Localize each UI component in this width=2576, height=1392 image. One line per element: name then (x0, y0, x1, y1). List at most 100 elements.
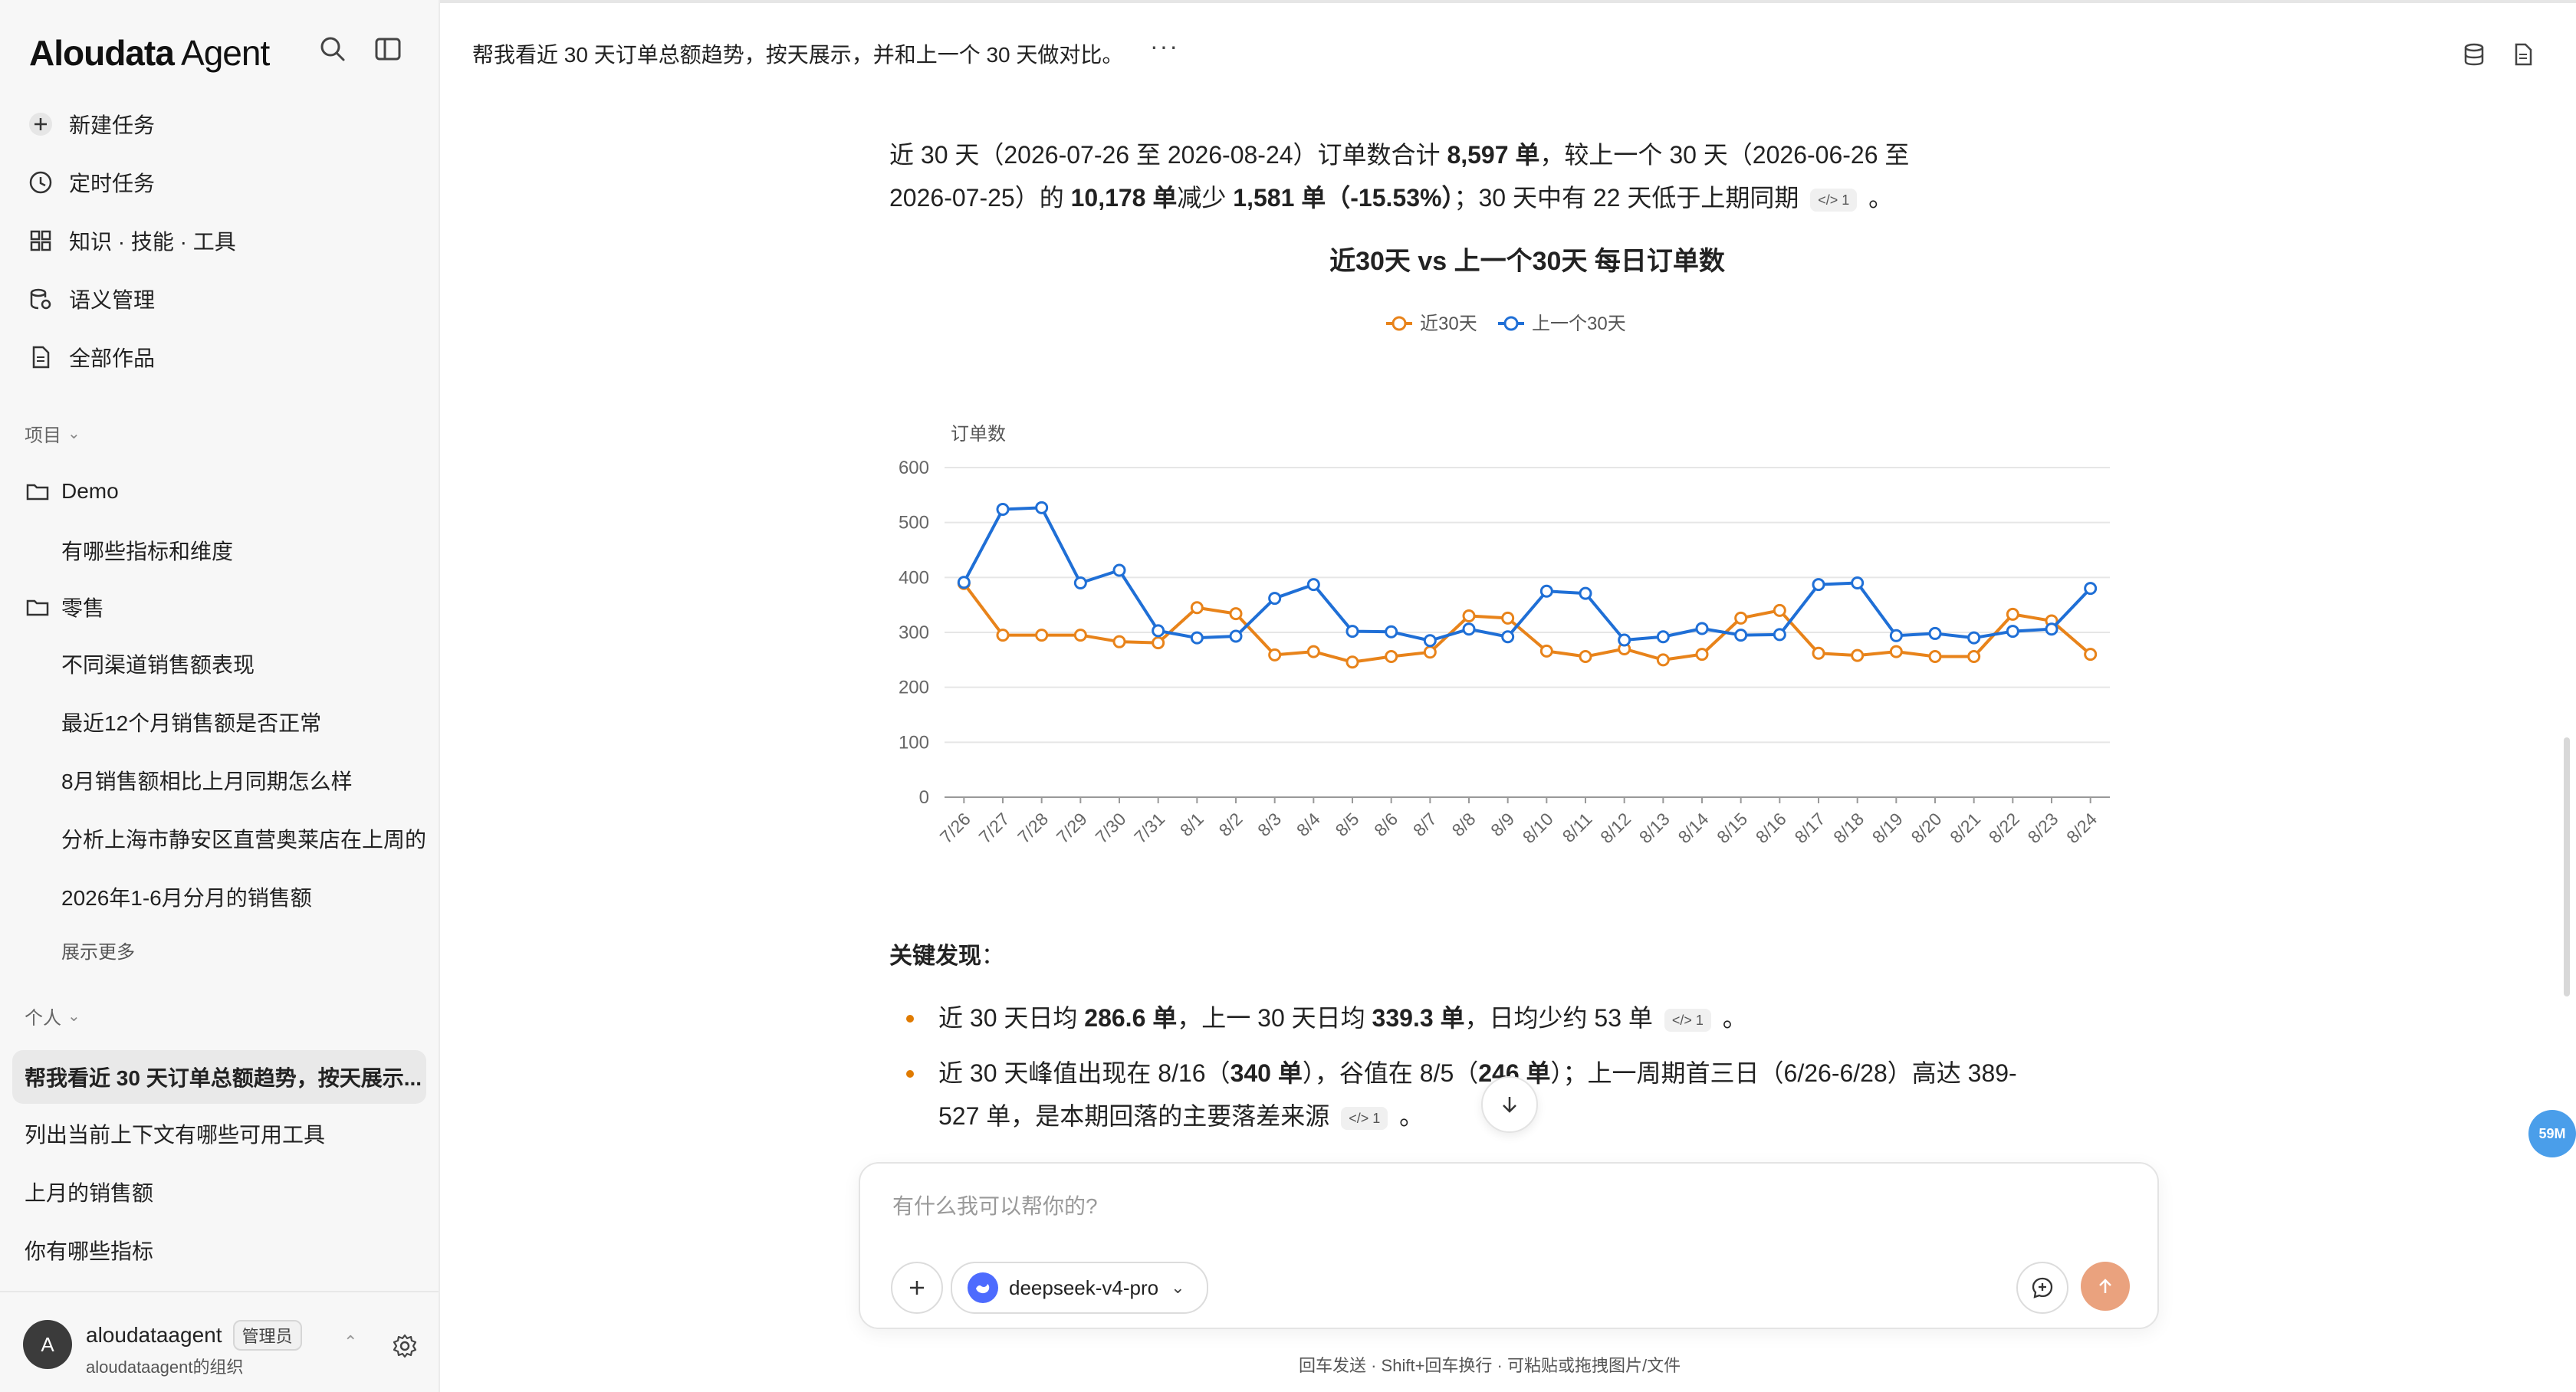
nav-all-works[interactable]: 全部作品 (23, 334, 422, 380)
chat-item[interactable]: 上月的销售额 (12, 1165, 426, 1219)
project-item[interactable]: 8月销售额相比上月同期怎么样 (61, 765, 426, 796)
gear-icon[interactable] (391, 1332, 419, 1360)
nav-knowledge-skills-tools[interactable]: 知识 · 技能 · 工具 (23, 218, 422, 264)
project-item[interactable]: 最近12个月销售额是否正常 (61, 707, 426, 737)
chevron-up-icon[interactable]: ⌃ (343, 1332, 357, 1352)
data-point (1306, 645, 1320, 658)
search-icon[interactable] (317, 34, 348, 64)
data-point (1539, 644, 1553, 658)
chat-item[interactable]: 列出当前上下文有哪些可用工具 (12, 1107, 426, 1161)
summary-paragraph: 近 30 天（2026-07-26 至 2026-08-24）订单数合计 8,5… (889, 133, 1978, 219)
legend-marker (1503, 316, 1519, 331)
avatar: A (23, 1320, 72, 1369)
bullet-bold: 286.6 单 (1084, 1004, 1178, 1032)
summary-bold: 8,597 单 (1447, 141, 1540, 169)
data-point (1306, 578, 1320, 592)
sidebar-toggle-icon[interactable] (373, 34, 403, 64)
y-tick-label: 100 (899, 732, 929, 753)
data-point (1385, 650, 1398, 664)
bullet-bold: 339.3 单 (1372, 1004, 1465, 1032)
x-tick-label: 8/17 (1790, 809, 1829, 847)
project-name: Demo (61, 479, 119, 503)
y-axis-label: 订单数 (951, 424, 1006, 445)
nav-scheduled-task[interactable]: 定时任务 (23, 159, 422, 205)
data-point (2045, 622, 2058, 636)
x-tick-label: 8/22 (1985, 809, 2023, 847)
brand-logo[interactable]: Aloudata Agent (29, 32, 270, 74)
grid-icon (28, 228, 54, 254)
data-point (1812, 646, 1825, 660)
y-tick-label: 500 (899, 513, 929, 533)
citation-badge[interactable]: </> 1 (1341, 1106, 1388, 1130)
attach-button[interactable] (891, 1262, 943, 1314)
data-point (1967, 631, 1981, 645)
citation-badge[interactable]: </> 1 (1664, 1008, 1711, 1032)
bullet-text: 。 (1392, 1102, 1424, 1130)
chevron-down-icon: ⌄ (67, 425, 80, 442)
project-folder-demo[interactable]: Demo (25, 478, 119, 504)
data-point (1152, 636, 1165, 650)
database-icon[interactable] (2461, 41, 2487, 67)
nav-label: 新建任务 (69, 113, 156, 137)
clock-icon (28, 169, 54, 195)
bullet-bold: 340 单 (1230, 1059, 1303, 1087)
x-tick-label: 8/3 (1254, 809, 1285, 840)
project-folder-retail[interactable]: 零售 (25, 592, 104, 622)
model-name: deepseek-v4-pro (1009, 1275, 1159, 1299)
bullet-text: 近 30 天日均 (938, 1004, 1085, 1032)
data-point (1928, 626, 1942, 640)
nav-new-task[interactable]: 新建任务 (23, 101, 422, 147)
x-tick-label: 8/14 (1674, 809, 1712, 847)
x-tick-label: 7/28 (1014, 809, 1052, 847)
citation-badge[interactable]: </> 1 (1810, 188, 1858, 212)
data-point (1112, 563, 1126, 577)
data-point (1346, 655, 1359, 669)
x-tick-label: 8/20 (1907, 809, 1945, 847)
message-input[interactable] (891, 1187, 2121, 1226)
scrollbar[interactable] (2564, 737, 2570, 996)
project-item[interactable]: 有哪些指标和维度 (61, 535, 426, 566)
x-tick-label: 8/19 (1868, 809, 1907, 847)
data-point (1539, 584, 1553, 598)
show-more-link[interactable]: 展示更多 (61, 937, 135, 964)
chart-title: 近30天 vs 上一个30天 每日订单数 (1329, 247, 1725, 276)
x-tick-label: 8/16 (1752, 809, 1790, 847)
chart-svg: 近30天 vs 上一个30天 每日订单数近30天 上一个30天订单数 0 100 200… (899, 247, 2110, 847)
project-item[interactable]: 2026年1-6月分月的销售额 (61, 881, 426, 912)
send-button[interactable] (2081, 1262, 2130, 1311)
nav-label: 语义管理 (69, 288, 156, 312)
x-tick-label: 8/12 (1596, 809, 1635, 847)
data-point (1112, 635, 1126, 648)
data-point (996, 502, 1010, 516)
scroll-to-bottom-button[interactable] (1481, 1076, 1538, 1133)
memory-badge[interactable]: 59M (2528, 1110, 2576, 1157)
personal-label: 个人 (25, 1008, 61, 1029)
series-line (962, 583, 2091, 664)
more-options-icon[interactable]: ··· (1150, 32, 1179, 61)
new-chat-button[interactable] (2016, 1262, 2068, 1314)
projects-section-toggle[interactable]: 项目 ⌄ (25, 420, 80, 447)
chat-item-active[interactable]: 帮我看近 30 天订单总额趋势，按天展示... (12, 1050, 426, 1104)
bullet-text: 近 30 天峰值出现在 8/16（ (938, 1059, 1230, 1087)
chevron-down-icon: ⌄ (67, 1008, 80, 1025)
plus-icon (28, 111, 54, 137)
chat-item[interactable]: 你有哪些指标 (12, 1223, 426, 1277)
project-item[interactable]: 不同渠道销售额表现 (61, 648, 426, 679)
data-point (2006, 625, 2019, 639)
summary-bold: 1,581 单（-15.53%） (1233, 184, 1454, 212)
model-selector[interactable]: deepseek-v4-pro ⌄ (951, 1262, 1208, 1314)
user-profile[interactable]: A aloudataagent 管理员 aloudataagent的组织 ⌃ (0, 1291, 439, 1392)
nav-semantic-management[interactable]: 语义管理 (23, 276, 422, 322)
project-item[interactable]: 分析上海市静安区直营奥莱店在上周的 (61, 823, 426, 854)
data-point (2084, 648, 2098, 662)
data-point (1190, 601, 1204, 615)
data-point (996, 629, 1010, 642)
data-point (1928, 650, 1942, 664)
data-point (1618, 633, 1631, 647)
sidebar: Aloudata Agent 新建任务 定时任务 知识 · 技能 · 工具 语义… (0, 0, 440, 1392)
personal-section-toggle[interactable]: 个人 ⌄ (25, 1003, 80, 1029)
finding-bullet: 近 30 天峰值出现在 8/16（340 单），谷值在 8/5（246 单）；上… (889, 1052, 2055, 1138)
message-composer: deepseek-v4-pro ⌄ (859, 1162, 2159, 1329)
data-point (1889, 645, 1903, 658)
document-icon[interactable] (2510, 41, 2536, 67)
